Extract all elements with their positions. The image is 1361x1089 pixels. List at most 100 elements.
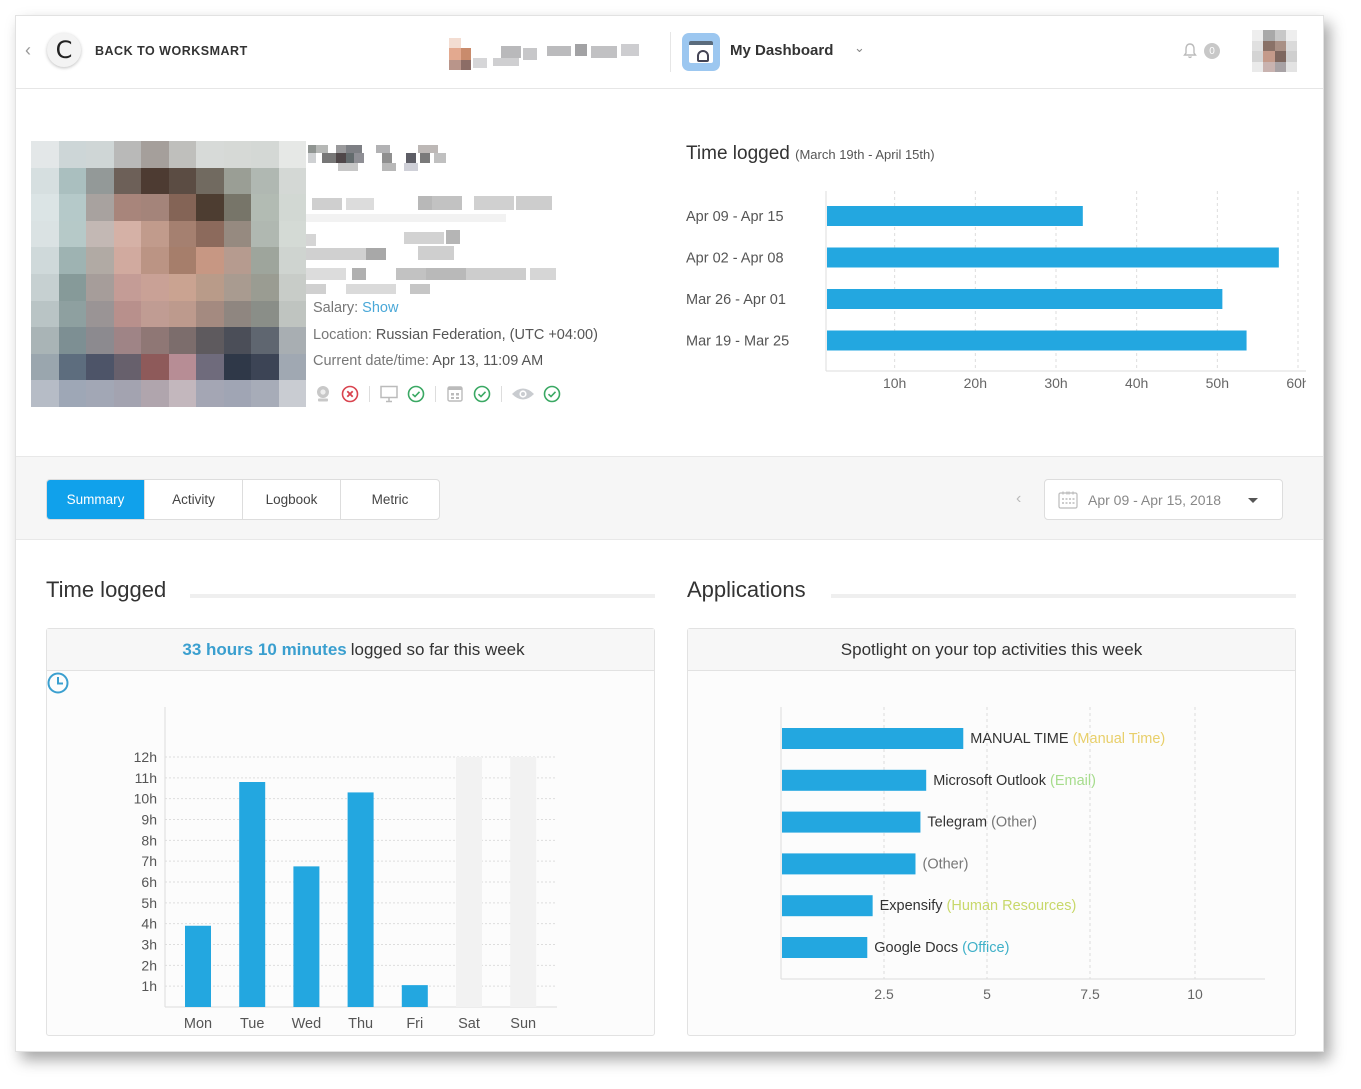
y-category-label: Apr 02 - Apr 08	[686, 251, 784, 267]
status-separator	[369, 386, 370, 402]
bar	[401, 985, 428, 1007]
blur-pixel	[308, 145, 316, 153]
worksmart-logo[interactable]: C	[47, 33, 81, 67]
tab-metric[interactable]: Metric	[341, 480, 439, 519]
photo-pixel	[58, 167, 86, 195]
y-category-label: Mar 19 - Mar 25	[686, 334, 789, 350]
photo-pixel	[223, 353, 251, 381]
photo-pixel	[223, 300, 251, 328]
x-tick-label: Fri	[406, 1016, 423, 1032]
photo-pixel	[31, 353, 59, 381]
photo-pixel	[251, 380, 279, 407]
photo-pixel	[86, 220, 114, 248]
date-range-picker[interactable]: Apr 09 - Apr 15, 2018	[1044, 479, 1283, 520]
x-tick-label: 10	[1187, 986, 1203, 1002]
y-category-label: Mar 26 - Apr 01	[686, 292, 786, 308]
dashboard-app-icon[interactable]	[682, 33, 720, 71]
time-logged-section-title: Time logged	[46, 577, 167, 602]
salary-show-link[interactable]: Show	[362, 300, 398, 316]
photo-pixel	[278, 194, 306, 221]
profile-photo	[31, 141, 306, 407]
tracking-status-icons	[313, 383, 569, 405]
photo-pixel	[251, 327, 279, 354]
weekend-bar	[510, 757, 537, 1007]
photo-pixel	[58, 220, 86, 248]
calendar-icon	[1058, 491, 1078, 509]
app-name: Telegram	[927, 815, 991, 831]
photo-pixel	[223, 194, 251, 221]
bar	[347, 792, 374, 1007]
photo-pixel	[278, 353, 306, 381]
photo-pixel	[86, 247, 114, 274]
back-chevron-icon[interactable]: ‹	[25, 40, 31, 61]
blur-pixel	[418, 246, 454, 260]
blur-pixel	[306, 268, 346, 280]
y-tick-label: 9h	[141, 812, 157, 828]
bar	[782, 728, 964, 749]
photo-pixel	[113, 300, 141, 328]
photo-pixel	[251, 167, 279, 195]
blur-pixel	[346, 284, 396, 294]
x-tick-label: Sat	[458, 1016, 480, 1032]
photo-pixel	[58, 327, 86, 354]
app-category: (Office)	[962, 940, 1009, 956]
blur-pixel	[418, 145, 438, 153]
photo-pixel	[86, 167, 114, 195]
bar	[827, 289, 1223, 309]
blur-pixel	[316, 145, 328, 153]
x-tick-label: Sun	[510, 1016, 536, 1032]
photo-pixel	[31, 220, 59, 248]
photo-pixel	[196, 274, 224, 301]
dashboard-title[interactable]: My Dashboard	[730, 42, 833, 59]
photo-pixel	[86, 380, 114, 407]
photo-pixel	[86, 353, 114, 381]
photo-pixel	[278, 247, 306, 274]
photo-pixel	[168, 353, 196, 381]
blur-pixel	[308, 153, 316, 163]
header-divider	[670, 32, 671, 72]
photo-pixel	[141, 141, 169, 168]
photo-pixel	[31, 141, 59, 168]
x-tick-label: 10h	[883, 375, 906, 391]
daily-time-chart: 1h 2h 3h 4h 5h 6h 7h 8h 9h 10h 11h 12h Mon Tue Wed Thu F…	[134, 707, 557, 1032]
tab-summary[interactable]: Summary	[47, 480, 145, 519]
photo-pixel	[278, 300, 306, 328]
bar	[185, 925, 211, 1007]
x-tick-label: Tue	[240, 1016, 264, 1032]
tab-logbook[interactable]: Logbook	[243, 480, 341, 519]
time-logged-panel: 33 hours 10 minutes logged so far this w…	[46, 628, 655, 1036]
blur-pixel	[530, 268, 556, 280]
tab-activity[interactable]: Activity	[145, 480, 243, 519]
back-to-worksmart-link[interactable]: BACK TO WORKSMART	[95, 44, 248, 58]
photo-pixel	[278, 220, 306, 248]
salary-row: Salary: Show	[313, 300, 398, 316]
photo-pixel	[196, 220, 224, 248]
app-category: (Email)	[1050, 773, 1096, 789]
weekly-chart-title: Time logged	[686, 143, 790, 164]
blur-pixel	[382, 153, 392, 163]
photo-pixel	[31, 194, 59, 221]
dashboard-chevron-down-icon[interactable]: ⌄	[854, 40, 865, 56]
photo-pixel	[223, 141, 251, 168]
previous-week-chevron-icon[interactable]: ‹	[1016, 490, 1021, 508]
blur-pixel	[352, 268, 366, 280]
photo-pixel	[58, 300, 86, 328]
app-category: (Other)	[922, 856, 968, 872]
blur-pixel	[346, 198, 374, 210]
hours-logged-suffix: logged so far this week	[350, 639, 525, 659]
photo-pixel	[141, 194, 169, 221]
photo-pixel	[86, 274, 114, 301]
blur-pixel	[446, 230, 460, 244]
y-tick-label: 12h	[134, 749, 157, 765]
photo-pixel	[141, 300, 169, 328]
screen-icon	[379, 384, 399, 404]
check-circle-icon	[472, 384, 492, 404]
user-avatar[interactable]	[1252, 30, 1297, 72]
photo-pixel	[223, 274, 251, 301]
app-label: MANUAL TIME (Manual Time)	[970, 731, 1165, 747]
photo-pixel	[113, 274, 141, 301]
bell-icon[interactable]	[1183, 42, 1197, 60]
app-label: (Other)	[922, 856, 968, 872]
x-tick-label: 20h	[964, 375, 987, 391]
photo-pixel	[168, 380, 196, 407]
